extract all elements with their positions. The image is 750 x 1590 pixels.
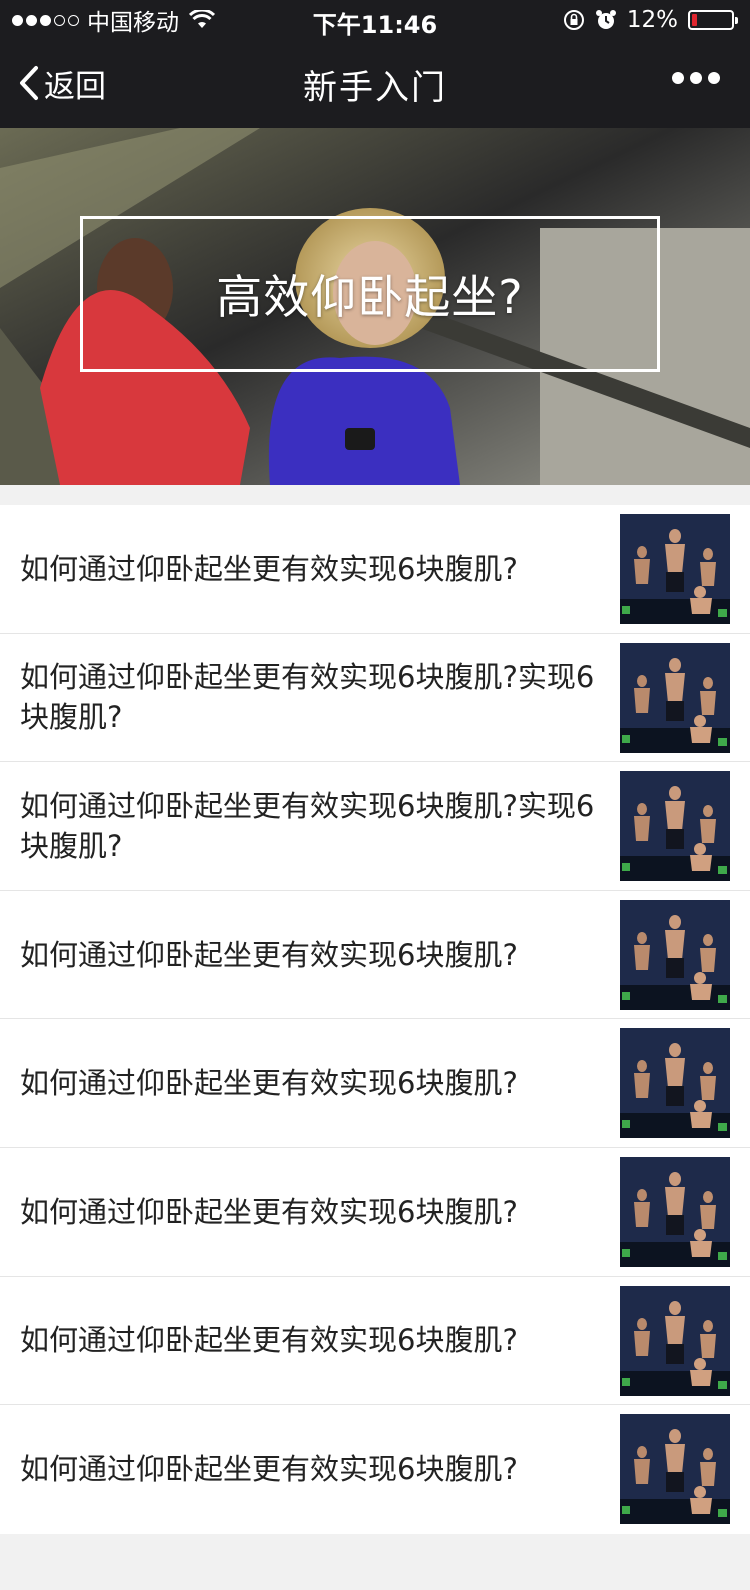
article-thumbnail: [620, 1414, 730, 1525]
article-title: 如何通过仰卧起坐更有效实现6块腹肌?实现6块腹肌?: [20, 788, 595, 863]
article-item[interactable]: 如何通过仰卧起坐更有效实现6块腹肌?实现6块腹肌?: [0, 634, 750, 763]
article-thumbnail: [620, 514, 730, 624]
article-item[interactable]: 如何通过仰卧起坐更有效实现6块腹肌?: [0, 1277, 750, 1406]
more-button[interactable]: [672, 72, 720, 84]
article-title: 如何通过仰卧起坐更有效实现6块腹肌?: [20, 551, 518, 586]
status-bar: 中国移动 下午11:46 12%: [0, 0, 750, 40]
banner-title-box: 高效仰卧起坐?: [80, 216, 660, 372]
article-title: 如何通过仰卧起坐更有效实现6块腹肌?: [20, 1066, 518, 1101]
article-title: 如何通过仰卧起坐更有效实现6块腹肌?: [20, 1452, 518, 1487]
alarm-icon: [595, 10, 616, 29]
article-title: 如何通过仰卧起坐更有效实现6块腹肌?: [20, 937, 518, 972]
article-thumbnail: [620, 642, 730, 753]
banner-title: 高效仰卧起坐?: [216, 270, 524, 324]
article-title: 如何通过仰卧起坐更有效实现6块腹肌?实现6块腹肌?: [20, 660, 595, 735]
article-item[interactable]: 如何通过仰卧起坐更有效实现6块腹肌?: [0, 1019, 750, 1148]
article-thumbnail: [620, 899, 730, 1010]
article-item[interactable]: 如何通过仰卧起坐更有效实现6块腹肌?: [0, 1405, 750, 1534]
article-item[interactable]: 如何通过仰卧起坐更有效实现6块腹肌?: [0, 1148, 750, 1277]
article-thumbnail: [620, 1156, 730, 1267]
lock-rotation-icon: [563, 10, 584, 30]
article-thumbnail: [620, 1028, 730, 1139]
battery-icon: [688, 10, 738, 30]
article-title: 如何通过仰卧起坐更有效实现6块腹肌?: [20, 1194, 518, 1229]
more-icon: [672, 72, 684, 84]
article-item[interactable]: 如何通过仰卧起坐更有效实现6块腹肌?: [0, 891, 750, 1020]
battery-percent: 12%: [626, 7, 678, 33]
article-item[interactable]: 如何通过仰卧起坐更有效实现6块腹肌?实现6块腹肌?: [0, 762, 750, 891]
status-right: 12%: [563, 6, 738, 34]
page-title: 新手入门: [303, 68, 447, 108]
article-title: 如何通过仰卧起坐更有效实现6块腹肌?: [20, 1323, 518, 1358]
article-list: 如何通过仰卧起坐更有效实现6块腹肌? 如何通过仰卧起坐更有效实现6块腹肌?实现6…: [0, 505, 750, 1534]
article-item[interactable]: 如何通过仰卧起坐更有效实现6块腹肌?: [0, 505, 750, 634]
navigation-bar: 返回 新手入门: [0, 40, 750, 128]
hero-banner[interactable]: 高效仰卧起坐?: [0, 128, 750, 485]
battery-level-fill: [692, 14, 697, 26]
article-thumbnail: [620, 771, 730, 882]
article-thumbnail: [620, 1285, 730, 1396]
